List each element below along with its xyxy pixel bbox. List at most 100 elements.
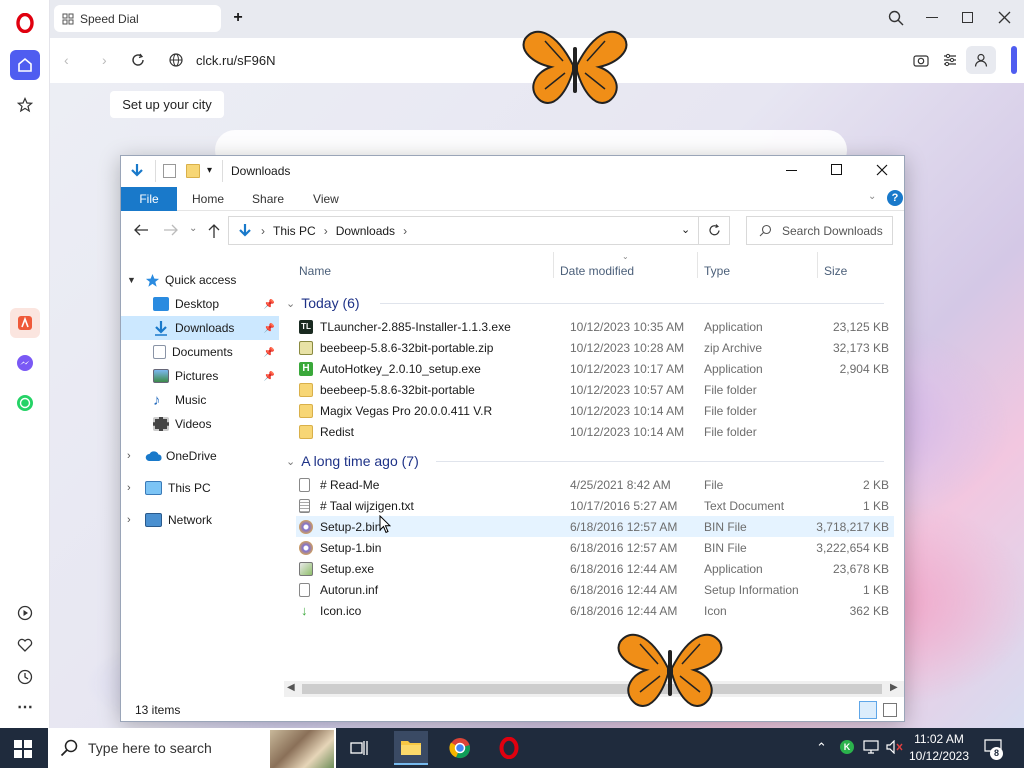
expand-arrow-icon[interactable]: › — [127, 514, 141, 526]
opera-taskbar-icon[interactable] — [492, 731, 526, 765]
history-clock-icon[interactable] — [10, 662, 40, 692]
group-header-today[interactable]: ⌄ Today (6) — [286, 295, 884, 311]
aria-ai-icon[interactable] — [10, 308, 40, 338]
nav-quick-access[interactable]: ▼ Quick access — [121, 268, 279, 292]
file-row[interactable]: ↓ Icon.ico 6/18/2016 12:44 AM Icon 362 K… — [296, 600, 894, 621]
tab-share[interactable]: Share — [238, 187, 298, 211]
minimize-button[interactable] — [926, 17, 938, 18]
explorer-maximize-button[interactable] — [831, 164, 842, 175]
opera-logo-icon[interactable] — [10, 8, 40, 38]
start-windows-icon[interactable] — [14, 740, 32, 758]
messenger-icon[interactable] — [10, 348, 40, 378]
camera-snapshot-icon[interactable] — [913, 53, 929, 67]
column-date-modified[interactable]: Date modified — [560, 264, 634, 278]
column-size[interactable]: Size — [824, 264, 847, 278]
file-row[interactable]: beebeep-5.8.6-32bit-portable.zip 10/12/2… — [296, 337, 894, 358]
customize-toolbar-dropdown-icon[interactable]: ▾ — [207, 165, 212, 176]
nav-documents[interactable]: Documents 📌 — [121, 340, 279, 364]
tab-file[interactable]: File — [121, 186, 177, 211]
forward-arrow-icon[interactable] — [163, 223, 179, 237]
breadcrumb-downloads[interactable]: Downloads — [336, 224, 395, 238]
task-view-icon[interactable] — [342, 731, 376, 765]
player-icon[interactable] — [10, 598, 40, 628]
file-row[interactable]: Setup.exe 6/18/2016 12:44 AM Application… — [296, 558, 894, 579]
column-name[interactable]: Name — [299, 264, 331, 278]
more-options-icon[interactable]: ⋯ — [10, 692, 40, 722]
url-field[interactable]: clck.ru/sF96N — [196, 53, 275, 68]
explorer-minimize-button[interactable] — [786, 170, 797, 171]
group-collapse-icon[interactable]: ⌄ — [286, 455, 295, 468]
chrome-taskbar-icon[interactable] — [443, 731, 477, 765]
help-icon[interactable]: ? — [887, 190, 903, 206]
reload-icon[interactable] — [131, 53, 145, 67]
quick-access-download-icon[interactable] — [129, 163, 145, 179]
pin-icon[interactable]: 📌 — [264, 299, 275, 310]
close-browser-button[interactable] — [998, 11, 1011, 24]
nav-music[interactable]: ♪ Music — [121, 388, 279, 412]
up-arrow-icon[interactable] — [207, 223, 221, 239]
scroll-left-icon[interactable]: ◀ — [287, 682, 295, 693]
file-row[interactable]: TL TLauncher-2.885-Installer-1.1.3.exe 1… — [296, 316, 894, 337]
kaspersky-tray-icon[interactable]: K — [840, 740, 854, 754]
file-row[interactable]: beebeep-5.8.6-32bit-portable 10/12/2023 … — [296, 379, 894, 400]
large-icons-view-icon[interactable] — [883, 703, 897, 717]
group-header-old[interactable]: ⌄ A long time ago (7) — [286, 453, 884, 469]
file-explorer-taskbar-icon[interactable] — [394, 731, 428, 765]
pin-icon[interactable]: 📌 — [264, 323, 275, 334]
scroll-right-icon[interactable]: ▶ — [890, 682, 898, 693]
path-dropdown-icon[interactable]: ⌄ — [681, 223, 690, 236]
heart-icon[interactable] — [10, 630, 40, 660]
collapse-arrow-icon[interactable]: ▼ — [127, 275, 141, 285]
new-tab-button[interactable]: + — [230, 10, 246, 26]
file-row[interactable]: # Read-Me 4/25/2021 8:42 AM File 2 KB — [296, 474, 894, 495]
nav-thispc[interactable]: › This PC — [121, 476, 279, 500]
browser-tab[interactable]: Speed Dial — [54, 5, 221, 32]
volume-muted-icon[interactable] — [886, 740, 904, 754]
search-downloads-field[interactable]: Search Downloads — [746, 216, 893, 245]
horizontal-scrollbar[interactable]: ◀ ▶ — [284, 681, 904, 697]
nav-onedrive[interactable]: › OneDrive — [121, 444, 279, 468]
tray-expand-icon[interactable]: ⌃ — [816, 740, 827, 756]
recent-locations-icon[interactable]: ⌄ — [189, 223, 197, 234]
back-arrow-icon[interactable] — [133, 223, 149, 237]
speed-dial-home-icon[interactable] — [10, 50, 40, 80]
group-collapse-icon[interactable]: ⌄ — [286, 297, 295, 310]
file-row[interactable]: # Taal wijzigen.txt 10/17/2016 5:27 AM T… — [296, 495, 894, 516]
tab-home[interactable]: Home — [177, 187, 238, 211]
file-row[interactable]: Redist 10/12/2023 10:14 AM File folder — [296, 421, 894, 442]
nav-videos[interactable]: Videos — [121, 412, 279, 436]
pin-icon[interactable]: 📌 — [264, 347, 275, 358]
file-row[interactable]: Autorun.inf 6/18/2016 12:44 AM Setup Inf… — [296, 579, 894, 600]
nav-network[interactable]: › Network — [121, 508, 279, 532]
browser-scrollbar[interactable] — [1011, 46, 1017, 74]
forward-icon[interactable]: › — [102, 52, 107, 68]
pin-icon[interactable]: 📌 — [264, 371, 275, 382]
file-row[interactable]: Magix Vegas Pro 20.0.0.411 V.R 10/12/202… — [296, 400, 894, 421]
network-tray-icon[interactable] — [863, 740, 879, 754]
expand-ribbon-icon[interactable]: ⌄ — [868, 191, 876, 202]
column-type[interactable]: Type — [704, 264, 730, 278]
tab-search-icon[interactable] — [888, 10, 904, 26]
nav-downloads[interactable]: Downloads 📌 — [121, 316, 279, 340]
whatsapp-icon[interactable] — [10, 388, 40, 418]
explorer-close-button[interactable] — [876, 164, 888, 176]
bookmarks-star-icon[interactable] — [10, 90, 40, 120]
address-path[interactable]: › This PC › Downloads › ⌄ — [228, 216, 699, 245]
properties-icon[interactable] — [163, 164, 176, 178]
taskbar-search-box[interactable]: Type here to search — [48, 728, 336, 768]
profile-icon[interactable] — [966, 46, 996, 74]
file-row[interactable]: H AutoHotkey_2.0.10_setup.exe 10/12/2023… — [296, 358, 894, 379]
breadcrumb-thispc[interactable]: This PC — [273, 224, 316, 238]
new-folder-icon[interactable] — [186, 164, 200, 178]
nav-pictures[interactable]: Pictures 📌 — [121, 364, 279, 388]
scrollbar-thumb[interactable] — [302, 684, 882, 694]
notification-center-icon[interactable]: 8 — [984, 738, 1004, 760]
maximize-button[interactable] — [962, 12, 973, 23]
tab-view[interactable]: View — [298, 187, 353, 211]
nav-desktop[interactable]: Desktop 📌 — [121, 292, 279, 316]
back-icon[interactable]: ‹ — [64, 52, 69, 68]
details-view-icon[interactable] — [859, 701, 877, 719]
easy-setup-icon[interactable] — [943, 53, 957, 67]
city-setup-prompt[interactable]: Set up your city — [110, 91, 224, 118]
file-row[interactable]: Setup-1.bin 6/18/2016 12:57 AM BIN File … — [296, 537, 894, 558]
